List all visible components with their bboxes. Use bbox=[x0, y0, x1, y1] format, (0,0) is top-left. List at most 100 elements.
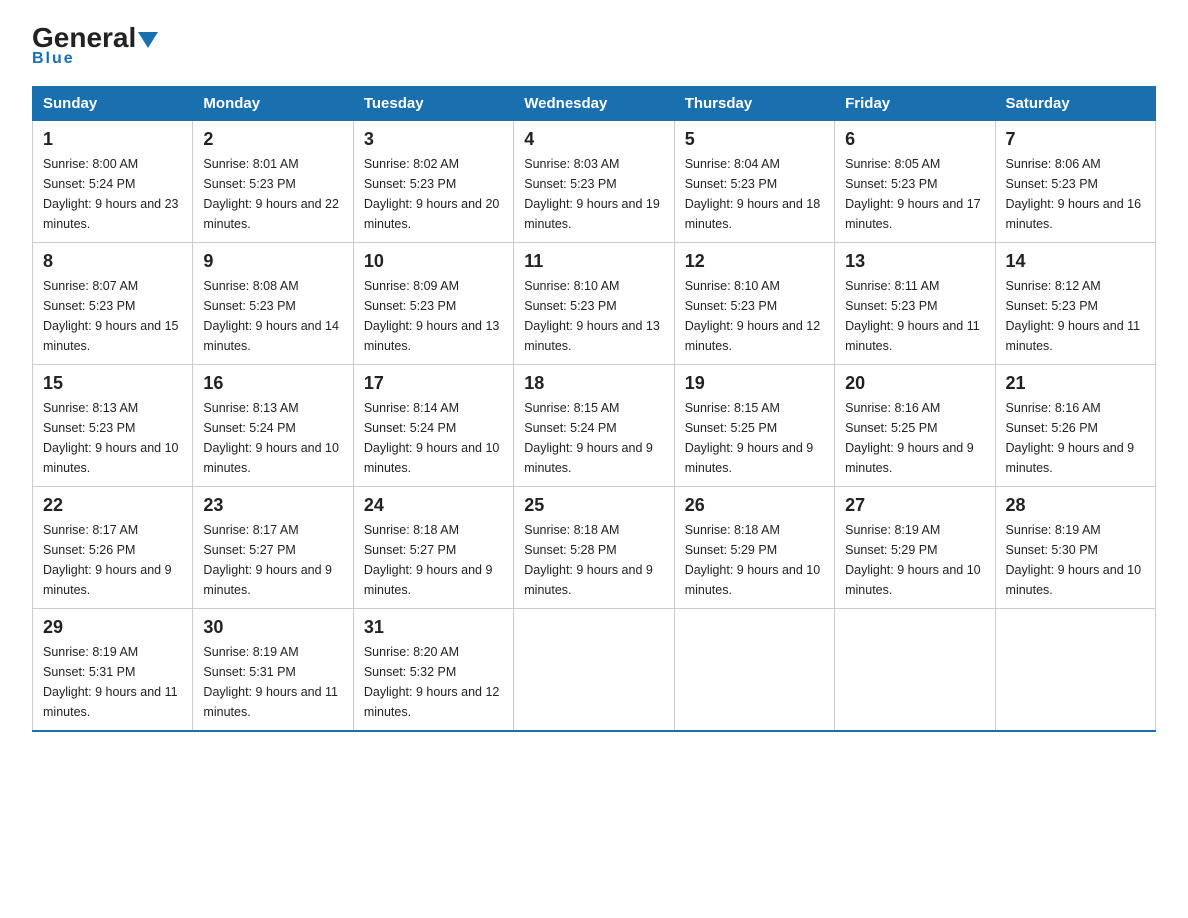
day-number: 28 bbox=[1006, 495, 1145, 516]
day-info: Sunrise: 8:01 AM Sunset: 5:23 PM Dayligh… bbox=[203, 154, 342, 234]
day-info: Sunrise: 8:17 AM Sunset: 5:26 PM Dayligh… bbox=[43, 520, 182, 600]
day-cell: 26 Sunrise: 8:18 AM Sunset: 5:29 PM Dayl… bbox=[674, 487, 834, 609]
day-cell: 18 Sunrise: 8:15 AM Sunset: 5:24 PM Dayl… bbox=[514, 365, 674, 487]
day-info: Sunrise: 8:16 AM Sunset: 5:25 PM Dayligh… bbox=[845, 398, 984, 478]
day-cell: 15 Sunrise: 8:13 AM Sunset: 5:23 PM Dayl… bbox=[33, 365, 193, 487]
logo-general-text: General bbox=[32, 24, 136, 52]
day-info: Sunrise: 8:19 AM Sunset: 5:30 PM Dayligh… bbox=[1006, 520, 1145, 600]
day-cell: 3 Sunrise: 8:02 AM Sunset: 5:23 PM Dayli… bbox=[353, 121, 513, 243]
day-cell: 5 Sunrise: 8:04 AM Sunset: 5:23 PM Dayli… bbox=[674, 121, 834, 243]
day-cell: 16 Sunrise: 8:13 AM Sunset: 5:24 PM Dayl… bbox=[193, 365, 353, 487]
day-number: 19 bbox=[685, 373, 824, 394]
day-info: Sunrise: 8:15 AM Sunset: 5:25 PM Dayligh… bbox=[685, 398, 824, 478]
day-cell: 20 Sunrise: 8:16 AM Sunset: 5:25 PM Dayl… bbox=[835, 365, 995, 487]
day-number: 14 bbox=[1006, 251, 1145, 272]
weekday-header-thursday: Thursday bbox=[674, 87, 834, 121]
day-info: Sunrise: 8:18 AM Sunset: 5:27 PM Dayligh… bbox=[364, 520, 503, 600]
weekday-header-wednesday: Wednesday bbox=[514, 87, 674, 121]
day-info: Sunrise: 8:20 AM Sunset: 5:32 PM Dayligh… bbox=[364, 642, 503, 722]
day-number: 21 bbox=[1006, 373, 1145, 394]
day-cell bbox=[514, 609, 674, 732]
day-cell bbox=[995, 609, 1155, 732]
week-row-3: 15 Sunrise: 8:13 AM Sunset: 5:23 PM Dayl… bbox=[33, 365, 1156, 487]
day-info: Sunrise: 8:09 AM Sunset: 5:23 PM Dayligh… bbox=[364, 276, 503, 356]
day-info: Sunrise: 8:13 AM Sunset: 5:24 PM Dayligh… bbox=[203, 398, 342, 478]
day-number: 18 bbox=[524, 373, 663, 394]
day-number: 23 bbox=[203, 495, 342, 516]
day-number: 27 bbox=[845, 495, 984, 516]
day-cell: 31 Sunrise: 8:20 AM Sunset: 5:32 PM Dayl… bbox=[353, 609, 513, 732]
day-number: 7 bbox=[1006, 129, 1145, 150]
day-cell: 28 Sunrise: 8:19 AM Sunset: 5:30 PM Dayl… bbox=[995, 487, 1155, 609]
day-info: Sunrise: 8:19 AM Sunset: 5:29 PM Dayligh… bbox=[845, 520, 984, 600]
day-number: 24 bbox=[364, 495, 503, 516]
day-number: 22 bbox=[43, 495, 182, 516]
week-row-1: 1 Sunrise: 8:00 AM Sunset: 5:24 PM Dayli… bbox=[33, 121, 1156, 243]
day-cell: 22 Sunrise: 8:17 AM Sunset: 5:26 PM Dayl… bbox=[33, 487, 193, 609]
day-info: Sunrise: 8:10 AM Sunset: 5:23 PM Dayligh… bbox=[524, 276, 663, 356]
day-number: 20 bbox=[845, 373, 984, 394]
day-number: 29 bbox=[43, 617, 182, 638]
day-info: Sunrise: 8:15 AM Sunset: 5:24 PM Dayligh… bbox=[524, 398, 663, 478]
week-row-5: 29 Sunrise: 8:19 AM Sunset: 5:31 PM Dayl… bbox=[33, 609, 1156, 732]
day-cell: 13 Sunrise: 8:11 AM Sunset: 5:23 PM Dayl… bbox=[835, 243, 995, 365]
day-info: Sunrise: 8:03 AM Sunset: 5:23 PM Dayligh… bbox=[524, 154, 663, 234]
day-number: 2 bbox=[203, 129, 342, 150]
day-cell: 10 Sunrise: 8:09 AM Sunset: 5:23 PM Dayl… bbox=[353, 243, 513, 365]
day-number: 1 bbox=[43, 129, 182, 150]
day-cell bbox=[674, 609, 834, 732]
logo-blue-text: Blue bbox=[32, 50, 75, 68]
day-info: Sunrise: 8:13 AM Sunset: 5:23 PM Dayligh… bbox=[43, 398, 182, 478]
day-cell: 11 Sunrise: 8:10 AM Sunset: 5:23 PM Dayl… bbox=[514, 243, 674, 365]
day-info: Sunrise: 8:07 AM Sunset: 5:23 PM Dayligh… bbox=[43, 276, 182, 356]
day-cell: 17 Sunrise: 8:14 AM Sunset: 5:24 PM Dayl… bbox=[353, 365, 513, 487]
day-cell: 12 Sunrise: 8:10 AM Sunset: 5:23 PM Dayl… bbox=[674, 243, 834, 365]
day-cell: 24 Sunrise: 8:18 AM Sunset: 5:27 PM Dayl… bbox=[353, 487, 513, 609]
page-header: General Blue bbox=[32, 24, 1156, 68]
day-number: 16 bbox=[203, 373, 342, 394]
day-info: Sunrise: 8:00 AM Sunset: 5:24 PM Dayligh… bbox=[43, 154, 182, 234]
day-number: 12 bbox=[685, 251, 824, 272]
day-cell: 7 Sunrise: 8:06 AM Sunset: 5:23 PM Dayli… bbox=[995, 121, 1155, 243]
calendar-header-row: SundayMondayTuesdayWednesdayThursdayFrid… bbox=[33, 87, 1156, 121]
day-number: 31 bbox=[364, 617, 503, 638]
day-info: Sunrise: 8:19 AM Sunset: 5:31 PM Dayligh… bbox=[203, 642, 342, 722]
day-info: Sunrise: 8:10 AM Sunset: 5:23 PM Dayligh… bbox=[685, 276, 824, 356]
day-number: 6 bbox=[845, 129, 984, 150]
day-cell: 27 Sunrise: 8:19 AM Sunset: 5:29 PM Dayl… bbox=[835, 487, 995, 609]
weekday-header-friday: Friday bbox=[835, 87, 995, 121]
day-info: Sunrise: 8:02 AM Sunset: 5:23 PM Dayligh… bbox=[364, 154, 503, 234]
day-number: 10 bbox=[364, 251, 503, 272]
day-cell: 30 Sunrise: 8:19 AM Sunset: 5:31 PM Dayl… bbox=[193, 609, 353, 732]
day-number: 9 bbox=[203, 251, 342, 272]
day-info: Sunrise: 8:18 AM Sunset: 5:28 PM Dayligh… bbox=[524, 520, 663, 600]
day-cell: 21 Sunrise: 8:16 AM Sunset: 5:26 PM Dayl… bbox=[995, 365, 1155, 487]
day-info: Sunrise: 8:12 AM Sunset: 5:23 PM Dayligh… bbox=[1006, 276, 1145, 356]
day-cell: 8 Sunrise: 8:07 AM Sunset: 5:23 PM Dayli… bbox=[33, 243, 193, 365]
logo-triangle-icon bbox=[138, 32, 158, 48]
day-cell: 2 Sunrise: 8:01 AM Sunset: 5:23 PM Dayli… bbox=[193, 121, 353, 243]
day-cell: 23 Sunrise: 8:17 AM Sunset: 5:27 PM Dayl… bbox=[193, 487, 353, 609]
calendar-table: SundayMondayTuesdayWednesdayThursdayFrid… bbox=[32, 86, 1156, 732]
day-cell: 1 Sunrise: 8:00 AM Sunset: 5:24 PM Dayli… bbox=[33, 121, 193, 243]
day-info: Sunrise: 8:18 AM Sunset: 5:29 PM Dayligh… bbox=[685, 520, 824, 600]
day-info: Sunrise: 8:06 AM Sunset: 5:23 PM Dayligh… bbox=[1006, 154, 1145, 234]
day-cell bbox=[835, 609, 995, 732]
weekday-header-tuesday: Tuesday bbox=[353, 87, 513, 121]
logo: General Blue bbox=[32, 24, 158, 68]
day-number: 17 bbox=[364, 373, 503, 394]
day-number: 3 bbox=[364, 129, 503, 150]
day-info: Sunrise: 8:14 AM Sunset: 5:24 PM Dayligh… bbox=[364, 398, 503, 478]
day-number: 15 bbox=[43, 373, 182, 394]
day-number: 13 bbox=[845, 251, 984, 272]
day-cell: 6 Sunrise: 8:05 AM Sunset: 5:23 PM Dayli… bbox=[835, 121, 995, 243]
weekday-header-saturday: Saturday bbox=[995, 87, 1155, 121]
day-number: 11 bbox=[524, 251, 663, 272]
day-number: 4 bbox=[524, 129, 663, 150]
day-info: Sunrise: 8:08 AM Sunset: 5:23 PM Dayligh… bbox=[203, 276, 342, 356]
day-info: Sunrise: 8:11 AM Sunset: 5:23 PM Dayligh… bbox=[845, 276, 984, 356]
day-info: Sunrise: 8:05 AM Sunset: 5:23 PM Dayligh… bbox=[845, 154, 984, 234]
day-number: 5 bbox=[685, 129, 824, 150]
day-info: Sunrise: 8:17 AM Sunset: 5:27 PM Dayligh… bbox=[203, 520, 342, 600]
day-info: Sunrise: 8:04 AM Sunset: 5:23 PM Dayligh… bbox=[685, 154, 824, 234]
